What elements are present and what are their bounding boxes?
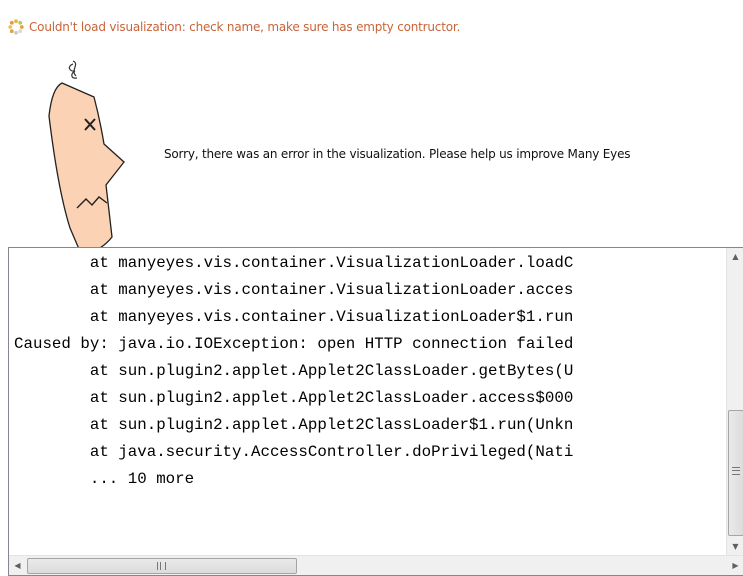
vertical-scrollbar[interactable]: ▲ ▼ (726, 248, 743, 555)
confused-face-icon (40, 52, 135, 262)
error-apology-text: Sorry, there was an error in the visuali… (164, 147, 631, 161)
status-line: Couldn't load visualization: check name,… (8, 18, 460, 36)
horizontal-scrollbar[interactable]: ◀ ▶ (9, 555, 743, 575)
trace-line: at java.security.AccessController.doPriv… (14, 443, 574, 461)
scroll-up-icon[interactable]: ▲ (727, 248, 743, 265)
scroll-right-icon[interactable]: ▶ (727, 556, 743, 575)
stack-trace-text: at manyeyes.vis.container.VisualizationL… (14, 250, 573, 493)
trace-line: at manyeyes.vis.container.VisualizationL… (14, 308, 574, 326)
scroll-down-icon[interactable]: ▼ (727, 538, 743, 555)
trace-line: at sun.plugin2.applet.Applet2ClassLoader… (14, 416, 574, 434)
trace-line: at manyeyes.vis.container.VisualizationL… (14, 254, 574, 272)
trace-line: at sun.plugin2.applet.Applet2ClassLoader… (14, 389, 574, 407)
horizontal-scroll-thumb[interactable] (27, 558, 297, 574)
trace-line: at sun.plugin2.applet.Applet2ClassLoader… (14, 362, 574, 380)
vertical-scroll-thumb[interactable] (728, 410, 743, 536)
loading-spinner-icon (8, 19, 24, 35)
trace-line: ... 10 more (14, 470, 195, 488)
scroll-left-icon[interactable]: ◀ (9, 556, 26, 575)
status-message: Couldn't load visualization: check name,… (29, 20, 461, 34)
stack-trace-panel[interactable]: at manyeyes.vis.container.VisualizationL… (8, 247, 743, 576)
trace-line: Caused by: java.io.IOException: open HTT… (14, 335, 574, 353)
trace-line: at manyeyes.vis.container.VisualizationL… (14, 281, 574, 299)
